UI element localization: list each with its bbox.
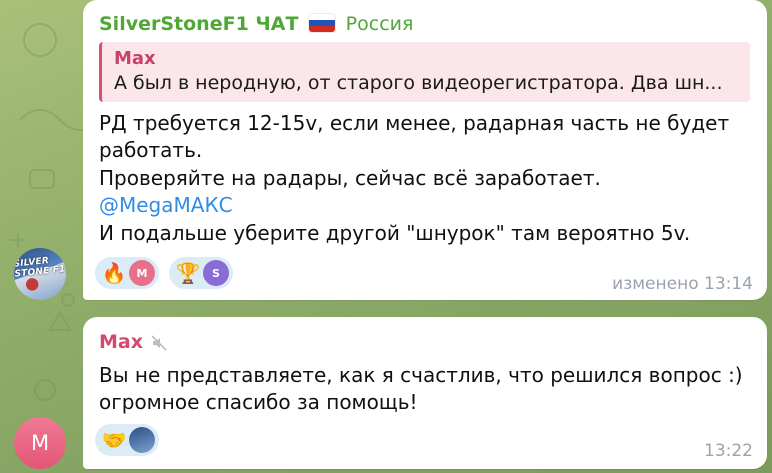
avatar-initial: M [30, 431, 50, 455]
message-text-line: Вы не представляете, как я счастлив, что… [99, 363, 743, 387]
reactor-avatar: S [203, 260, 229, 286]
user-mention-link[interactable]: @MegaМАКС [99, 192, 233, 218]
sender-region: Россия [345, 13, 414, 35]
reactions-bar: 🤝 [95, 424, 159, 456]
sender-avatar-max[interactable]: M [14, 417, 66, 469]
sender-avatar-silverstone[interactable]: SILVER STONE F1 [14, 248, 66, 300]
reply-text: А был в неродную, от старого видеорегист… [114, 72, 723, 94]
message-text-line: огромное спасибо за помощь! [99, 390, 418, 414]
reply-author: Max [114, 48, 156, 69]
sender-name[interactable]: SilverStoneF1 ЧАТ Россия [99, 13, 413, 35]
message-text-line: работать. [99, 138, 203, 162]
reaction-handshake[interactable]: 🤝 [95, 424, 159, 456]
muted-speaker-icon [151, 335, 167, 351]
message-text-line: РД требуется 12-15v, если менее, радарна… [99, 111, 730, 135]
reactions-bar: 🔥 M 🏆 S [95, 257, 233, 289]
avatar-logo-text: SILVER STONE F1 [14, 256, 66, 280]
fire-emoji-icon: 🔥 [101, 261, 127, 285]
handshake-emoji-icon: 🤝 [101, 428, 127, 452]
message-text-line: И подальше уберите другой "шнурок" там в… [99, 221, 691, 245]
message-timestamp: изменено 13:14 [612, 274, 753, 294]
message-bubble[interactable]: Max Вы не представляете, как я счастлив,… [83, 317, 767, 469]
message-bubble[interactable]: SilverStoneF1 ЧАТ Россия Max А был в нер… [83, 0, 767, 300]
trophy-emoji-icon: 🏆 [175, 261, 201, 285]
message-timestamp: 13:22 [704, 441, 753, 461]
reaction-trophy[interactable]: 🏆 S [169, 257, 233, 289]
message-text-line: Проверяйте на радары, сейчас всё заработ… [99, 166, 601, 190]
sender-name[interactable]: Max [99, 331, 143, 353]
reactor-avatar: M [129, 260, 155, 286]
russia-flag-icon [309, 14, 336, 32]
reaction-fire[interactable]: 🔥 M [95, 257, 159, 289]
reactor-avatar [129, 427, 155, 453]
reply-quote[interactable]: Max А был в неродную, от старого видеоре… [99, 42, 750, 102]
sender-channel-name: SilverStoneF1 ЧАТ [99, 13, 299, 35]
